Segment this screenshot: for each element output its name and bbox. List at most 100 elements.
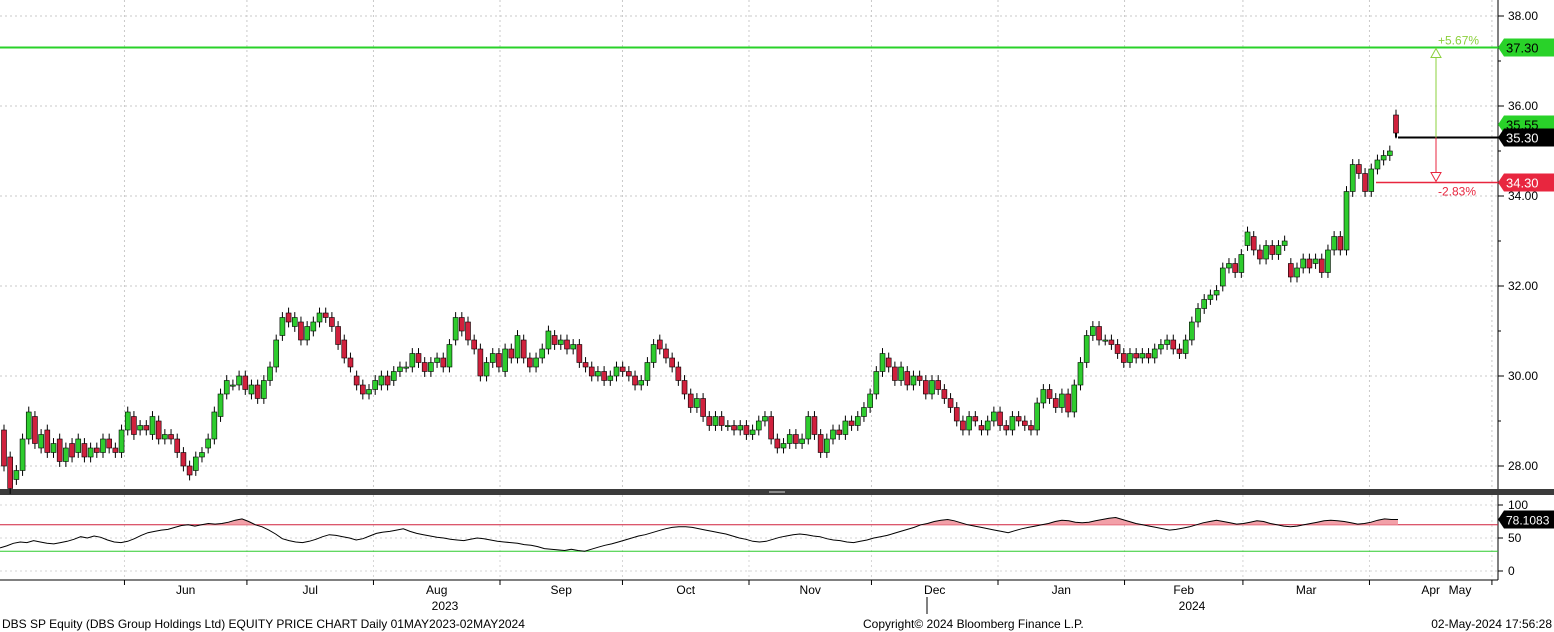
candle-body (910, 375, 917, 386)
candle-body (211, 411, 218, 440)
candle-body (533, 357, 539, 368)
candle-body (69, 443, 75, 458)
candle-body (935, 380, 941, 390)
candle-body (588, 366, 595, 377)
candle-body (700, 398, 706, 417)
candle-body (1325, 249, 1331, 273)
candle-body (143, 425, 150, 431)
candle-body (830, 429, 836, 440)
candle-body (428, 362, 434, 372)
candle-body (1164, 339, 1170, 345)
candle-body (681, 380, 688, 395)
candle-body (50, 443, 57, 453)
candle-body (1003, 425, 1010, 431)
candle-body (199, 452, 205, 458)
candle-body (854, 416, 861, 426)
candle-body (1331, 236, 1337, 251)
candle-body (1318, 258, 1325, 273)
candle-body (13, 470, 20, 480)
footer-left-title: DBS SP Equity (DBS Group Holdings Ltd) E… (2, 617, 525, 631)
candle-body (1288, 263, 1294, 278)
candle-body (1226, 263, 1232, 269)
candle-body (867, 393, 873, 408)
candle-body (861, 407, 867, 417)
candle-body (81, 443, 88, 458)
candle-body (1244, 231, 1251, 246)
candle-body (1034, 402, 1040, 431)
candle-body (298, 321, 304, 341)
month-label: Jul (303, 583, 318, 597)
candle-body (576, 344, 583, 363)
candle-body (1368, 168, 1375, 192)
upside-percent: +5.67% (1438, 34, 1479, 48)
rsi-tick-label: 0 (1508, 564, 1515, 578)
candle-body (347, 357, 354, 368)
candle-body (7, 456, 13, 489)
candle-body (471, 339, 477, 350)
candle-body (1021, 420, 1028, 426)
candle-body (372, 380, 379, 390)
candle-body (972, 416, 979, 422)
candle-body (1009, 416, 1016, 431)
price-tick-label: 30.00 (1508, 369, 1538, 383)
stop-price-tag: 34.30 (1506, 176, 1539, 191)
candle-body (489, 353, 496, 363)
candle-body (508, 348, 515, 359)
month-label: Jun (176, 583, 195, 597)
candle-body (1257, 249, 1263, 260)
candle-body (56, 438, 63, 462)
candle-body (236, 375, 242, 386)
footer-copyright: Copyright© 2024 Bloomberg Finance L.P. (863, 617, 1084, 631)
candle-body (137, 425, 143, 431)
candle-body (390, 371, 397, 381)
time-axis-ticks: Jun Jul Aug Sep Oct Nov Dec Jan Feb Mar Apr May 2023… (123, 580, 1493, 614)
candle-body (1046, 389, 1053, 399)
candle-body (273, 339, 280, 368)
candle-body (1238, 254, 1245, 273)
candle-body (1145, 353, 1152, 359)
candle-body (737, 425, 744, 431)
candle-body (669, 357, 675, 368)
candle-body (384, 375, 391, 386)
candle-body (997, 411, 1003, 426)
candle-body (984, 420, 991, 431)
candle-body (1374, 159, 1381, 170)
candle-body (465, 321, 471, 341)
candle-body (112, 447, 119, 453)
candle-body (1151, 348, 1158, 359)
candle-body (836, 429, 843, 435)
candle-body (1040, 389, 1047, 404)
candle-body (149, 416, 156, 435)
candle-body (638, 380, 645, 386)
candle-body (440, 357, 447, 368)
candle-body (217, 393, 224, 417)
candle-body (1387, 150, 1393, 156)
candle-body (539, 348, 546, 359)
candle-body (421, 362, 428, 372)
candle-body (353, 375, 360, 386)
candle-body (94, 447, 100, 453)
month-label: Apr (1421, 583, 1440, 597)
candle-body (1232, 263, 1238, 273)
month-label: Jan (1052, 583, 1071, 597)
month-label: Feb (1173, 583, 1194, 597)
candle-body (366, 389, 372, 395)
price-tick-label: 32.00 (1508, 279, 1538, 293)
candle-body (63, 447, 69, 462)
candle-body (32, 416, 38, 444)
candle-body (743, 425, 750, 435)
candle-body (335, 326, 341, 345)
candle-body (459, 317, 465, 332)
last-price-tag: 35.30 (1506, 131, 1539, 146)
month-label: Sep (551, 583, 573, 597)
candle-body (285, 312, 292, 323)
candle-body (230, 384, 236, 387)
panel-divider-handle[interactable] (769, 491, 785, 493)
candle-body (254, 384, 261, 399)
candle-body (768, 416, 774, 440)
candle-body (1356, 164, 1362, 174)
candle-body (261, 380, 267, 399)
candle-body (1114, 344, 1121, 354)
candle-body (434, 357, 440, 363)
candle-body (663, 348, 669, 359)
